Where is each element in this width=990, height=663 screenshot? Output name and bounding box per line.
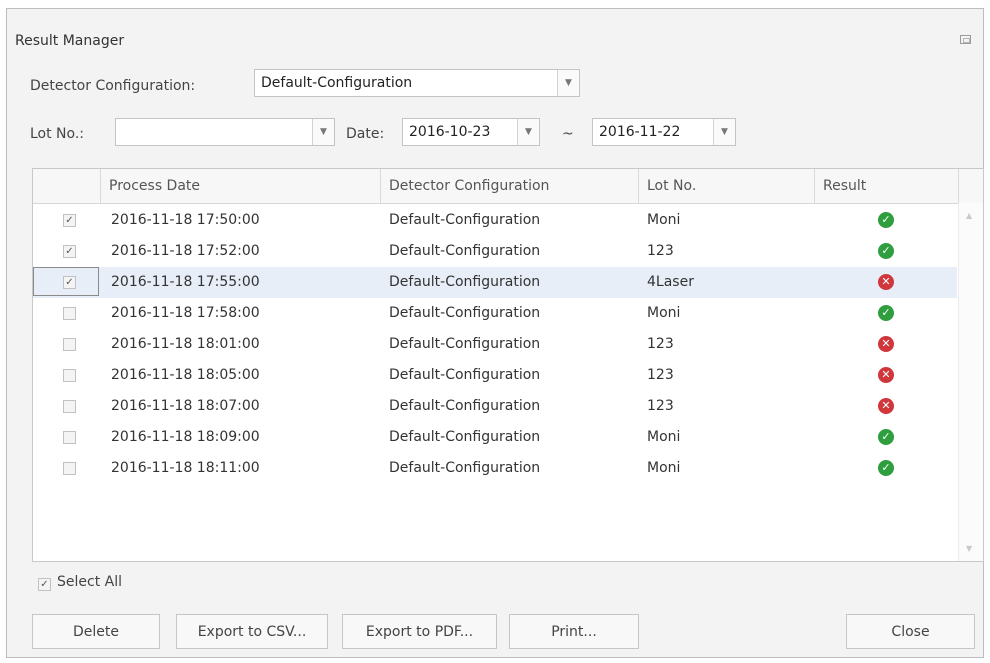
lot-no-label: Lot No.: (30, 126, 85, 142)
row-checkbox[interactable] (63, 338, 76, 351)
scroll-up-icon[interactable]: ▲ (966, 211, 972, 220)
x-circle-icon: ✕ (878, 367, 894, 383)
table-row[interactable]: 2016-11-18 18:07:00 Default-Configuration… (33, 391, 957, 422)
date-to-picker[interactable]: 2016-11-22 ▼ (592, 118, 736, 146)
check-circle-icon: ✓ (878, 212, 894, 228)
process-date-cell: 2016-11-18 17:52:00 (111, 243, 260, 259)
chevron-down-icon[interactable]: ▼ (557, 70, 579, 96)
header-process-date[interactable]: Process Date (101, 169, 381, 203)
table-row[interactable]: ✓ 2016-11-18 17:55:00 Default-Configuratio… (33, 267, 957, 298)
title-bar: Result Manager (7, 9, 983, 49)
table-row[interactable]: 2016-11-18 17:58:00 Default-Configuration… (33, 298, 957, 329)
header-detector-configuration[interactable]: Detector Configuration (381, 169, 639, 203)
detector-config-cell: Default-Configuration (389, 243, 541, 259)
export-pdf-button[interactable]: Export to PDF... (342, 614, 497, 649)
row-checkbox[interactable]: ✓ (63, 214, 76, 227)
detector-config-cell: Default-Configuration (389, 212, 541, 228)
detector-config-cell: Default-Configuration (389, 398, 541, 414)
check-circle-icon: ✓ (878, 243, 894, 259)
lot-no-cell: 4Laser (647, 274, 694, 290)
process-date-cell: 2016-11-18 17:50:00 (111, 212, 260, 228)
vertical-scrollbar[interactable]: ▲ ▼ (958, 203, 983, 561)
header-label: Lot No. (647, 178, 697, 194)
header-result[interactable]: Result (815, 169, 959, 203)
row-checkbox[interactable]: ✓ (63, 276, 76, 289)
table-row[interactable]: 2016-11-18 18:09:00 Default-Configuration… (33, 422, 957, 453)
detector-config-dropdown[interactable]: Default-Configuration ▼ (254, 69, 580, 97)
process-date-cell: 2016-11-18 18:01:00 (111, 336, 260, 352)
lot-no-combobox[interactable]: ▼ (115, 118, 335, 146)
header-lot-no[interactable]: Lot No. (639, 169, 815, 203)
chevron-down-icon[interactable]: ▼ (713, 119, 735, 145)
row-checkbox[interactable] (63, 431, 76, 444)
check-circle-icon: ✓ (878, 460, 894, 476)
close-button[interactable]: Close (846, 614, 975, 649)
detector-config-cell: Default-Configuration (389, 460, 541, 476)
process-date-cell: 2016-11-18 18:07:00 (111, 398, 260, 414)
detector-config-value: Default-Configuration (261, 75, 413, 91)
chevron-down-icon[interactable]: ▼ (517, 119, 539, 145)
table-row[interactable]: ✓ 2016-11-18 17:52:00 Default-Configuratio… (33, 236, 957, 267)
lot-no-cell: 123 (647, 367, 674, 383)
lot-no-cell: Moni (647, 460, 681, 476)
header-label: Process Date (109, 178, 201, 194)
row-checkbox[interactable]: ✓ (63, 245, 76, 258)
row-checkbox[interactable] (63, 462, 76, 475)
process-date-cell: 2016-11-18 18:11:00 (111, 460, 260, 476)
x-circle-icon: ✕ (878, 398, 894, 414)
process-date-cell: 2016-11-18 17:55:00 (111, 274, 260, 290)
detector-config-cell: Default-Configuration (389, 336, 541, 352)
date-to-value: 2016-11-22 (599, 124, 681, 140)
lot-no-cell: Moni (647, 212, 681, 228)
lot-no-cell: Moni (647, 429, 681, 445)
scroll-down-icon[interactable]: ▼ (966, 544, 972, 553)
x-circle-icon: ✕ (878, 274, 894, 290)
results-table: Process Date Detector Configuration Lot … (32, 168, 984, 562)
x-circle-icon: ✕ (878, 336, 894, 352)
lot-no-cell: 123 (647, 398, 674, 414)
delete-button[interactable]: Delete (32, 614, 160, 649)
select-all-checkbox[interactable]: ✓ (38, 578, 51, 591)
date-label: Date: (346, 126, 385, 142)
select-all-label[interactable]: Select All (57, 574, 122, 590)
detector-config-label: Detector Configuration: (30, 78, 196, 94)
print-button[interactable]: Print... (509, 614, 639, 649)
process-date-cell: 2016-11-18 18:09:00 (111, 429, 260, 445)
header-label: Result (823, 178, 867, 194)
table-row[interactable]: ✓ 2016-11-18 17:50:00 Default-Configuratio… (33, 205, 957, 236)
detector-config-cell: Default-Configuration (389, 367, 541, 383)
process-date-cell: 2016-11-18 18:05:00 (111, 367, 260, 383)
table-row[interactable]: 2016-11-18 18:05:00 Default-Configuration… (33, 360, 957, 391)
detector-config-cell: Default-Configuration (389, 274, 541, 290)
detector-config-cell: Default-Configuration (389, 429, 541, 445)
date-from-value: 2016-10-23 (409, 124, 491, 140)
lot-no-cell: 123 (647, 336, 674, 352)
detector-config-cell: Default-Configuration (389, 305, 541, 321)
maximize-icon[interactable] (960, 35, 971, 44)
table-row[interactable]: 2016-11-18 18:11:00 Default-Configuration… (33, 453, 957, 484)
row-checkbox[interactable] (63, 400, 76, 413)
chevron-down-icon[interactable]: ▼ (312, 119, 334, 145)
row-checkbox[interactable] (63, 369, 76, 382)
header-checkbox-column (33, 169, 101, 203)
window-title: Result Manager (15, 33, 125, 49)
lot-no-cell: Moni (647, 305, 681, 321)
check-circle-icon: ✓ (878, 305, 894, 321)
date-separator: ~ (562, 126, 574, 142)
date-from-picker[interactable]: 2016-10-23 ▼ (402, 118, 540, 146)
check-circle-icon: ✓ (878, 429, 894, 445)
lot-no-cell: 123 (647, 243, 674, 259)
export-csv-button[interactable]: Export to CSV... (176, 614, 328, 649)
table-row[interactable]: 2016-11-18 18:01:00 Default-Configuration… (33, 329, 957, 360)
table-header: Process Date Detector Configuration Lot … (33, 169, 983, 204)
header-label: Detector Configuration (389, 178, 550, 194)
process-date-cell: 2016-11-18 17:58:00 (111, 305, 260, 321)
row-checkbox[interactable] (63, 307, 76, 320)
